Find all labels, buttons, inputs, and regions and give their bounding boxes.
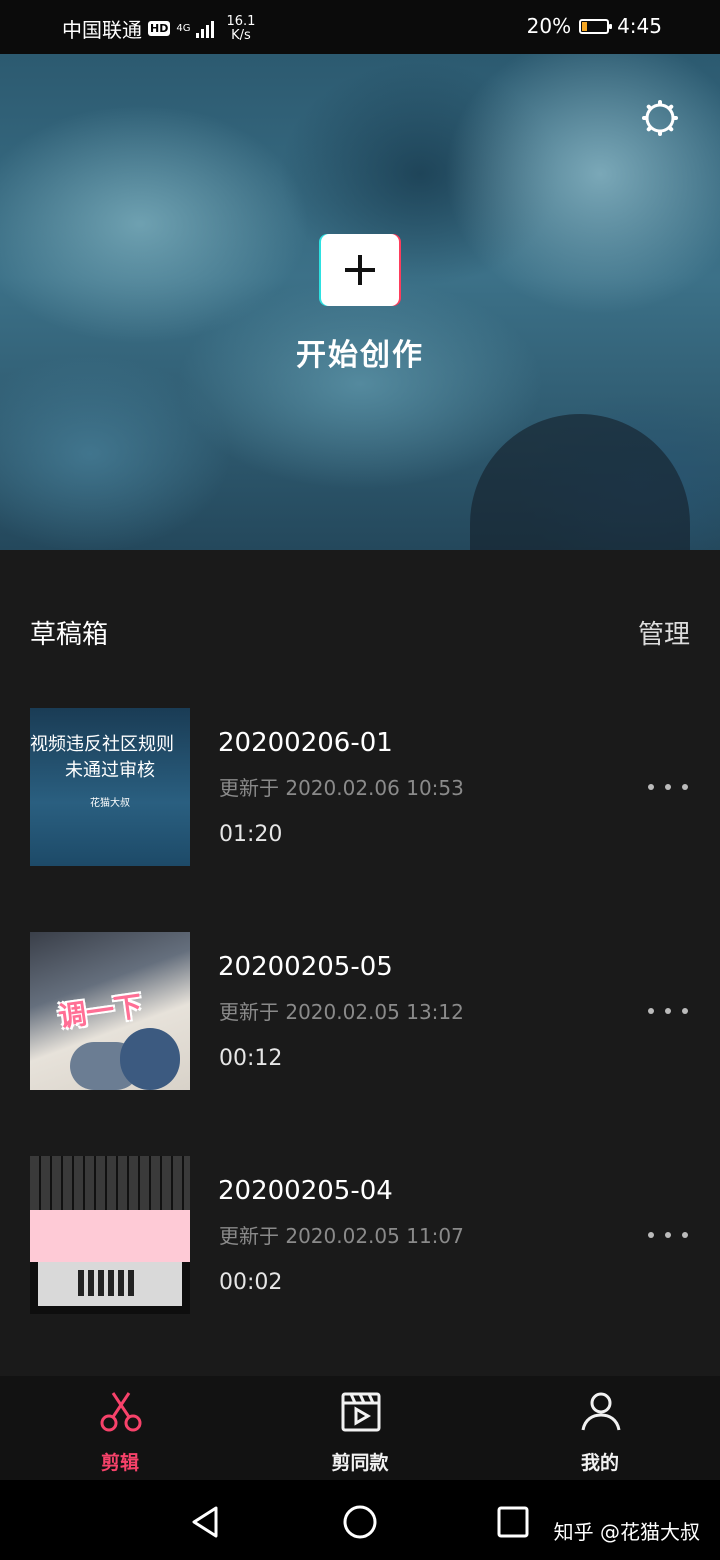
recents-button[interactable] xyxy=(493,1502,533,1542)
draft-name: 20200205-04 xyxy=(218,1176,393,1206)
thumbnail-caption: 调一下 xyxy=(56,989,145,1034)
draft-duration: 01:20 xyxy=(219,822,283,847)
draft-item[interactable]: 20200205-04 更新于 2020.02.05 11:07 00:02 xyxy=(0,1156,720,1316)
thumbnail-text: 视频违反社区规则 xyxy=(30,734,174,755)
nav-item-templates[interactable]: 剪同款 xyxy=(240,1376,480,1480)
network-type: 4G xyxy=(176,22,191,34)
drafts-title: 草稿箱 xyxy=(30,620,109,650)
bottom-nav: 剪辑 剪同款 我的 xyxy=(0,1376,720,1480)
home-button[interactable] xyxy=(340,1502,380,1542)
hd-badge: HD xyxy=(148,21,171,36)
thumbnail-text: 未通过审核 xyxy=(65,760,155,781)
thumbnail-watermark: 花猫大叔 xyxy=(90,798,130,809)
status-left: 中国联通 HD 4G 16.1 K/s xyxy=(62,14,255,43)
draft-item[interactable]: 调一下 20200205-05 更新于 2020.02.05 13:12 00:… xyxy=(0,932,720,1092)
scissors-icon xyxy=(100,1392,142,1432)
draft-name: 20200205-05 xyxy=(218,952,393,982)
draft-name: 20200206-01 xyxy=(218,728,393,758)
create-label[interactable]: 开始创作 xyxy=(0,330,720,374)
draft-item[interactable]: 视频违反社区规则 未通过审核 花猫大叔 20200206-01 更新于 2020… xyxy=(0,708,720,868)
draft-updated-time: 更新于 2020.02.05 13:12 xyxy=(219,1000,464,1024)
person-icon xyxy=(581,1392,621,1431)
hero-banner: 开始创作 xyxy=(0,54,720,550)
nav-label: 我的 xyxy=(580,1452,619,1474)
clapperboard-icon xyxy=(341,1392,381,1432)
manage-button[interactable]: 管理 xyxy=(638,614,690,651)
back-icon xyxy=(192,1506,218,1538)
status-right: 20% 4:45 xyxy=(527,14,662,38)
create-button[interactable] xyxy=(319,234,401,306)
battery-percent: 20% xyxy=(526,14,572,38)
more-options-button[interactable] xyxy=(648,996,688,1026)
nav-label: 剪辑 xyxy=(100,1452,139,1474)
back-button[interactable] xyxy=(186,1502,226,1542)
system-nav-bar: 知乎 @花猫大叔 xyxy=(0,1480,720,1560)
watermark: 知乎 @花猫大叔 xyxy=(553,1520,700,1544)
home-icon xyxy=(343,1505,377,1539)
plus-icon xyxy=(345,255,375,285)
draft-duration: 00:02 xyxy=(219,1270,283,1295)
draft-updated-time: 更新于 2020.02.06 10:53 xyxy=(219,776,464,800)
nav-label: 剪同款 xyxy=(331,1452,389,1474)
more-options-button[interactable] xyxy=(648,1220,688,1250)
nav-item-profile[interactable]: 我的 xyxy=(480,1376,720,1480)
drafts-header: 草稿箱 管理 xyxy=(0,600,720,660)
draft-thumbnail[interactable]: 调一下 xyxy=(30,932,190,1090)
hero-silhouette xyxy=(470,414,690,550)
more-options-button[interactable] xyxy=(648,772,688,802)
nav-item-edit[interactable]: 剪辑 xyxy=(0,1376,240,1480)
signal-icon xyxy=(196,20,215,38)
draft-duration: 00:12 xyxy=(219,1046,283,1071)
clock: 4:45 xyxy=(617,14,662,38)
draft-thumbnail[interactable]: 视频违反社区规则 未通过审核 花猫大叔 xyxy=(30,708,190,866)
network-speed: 16.1 K/s xyxy=(226,13,256,43)
draft-thumbnail[interactable] xyxy=(30,1156,190,1314)
status-bar: 中国联通 HD 4G 16.1 K/s 20% 4:45 xyxy=(0,0,720,54)
settings-icon xyxy=(642,100,678,136)
recents-icon xyxy=(497,1506,529,1538)
battery-icon xyxy=(579,18,613,34)
carrier-name: 中国联通 xyxy=(62,18,142,42)
settings-button[interactable] xyxy=(640,98,680,138)
draft-updated-time: 更新于 2020.02.05 11:07 xyxy=(219,1224,464,1248)
